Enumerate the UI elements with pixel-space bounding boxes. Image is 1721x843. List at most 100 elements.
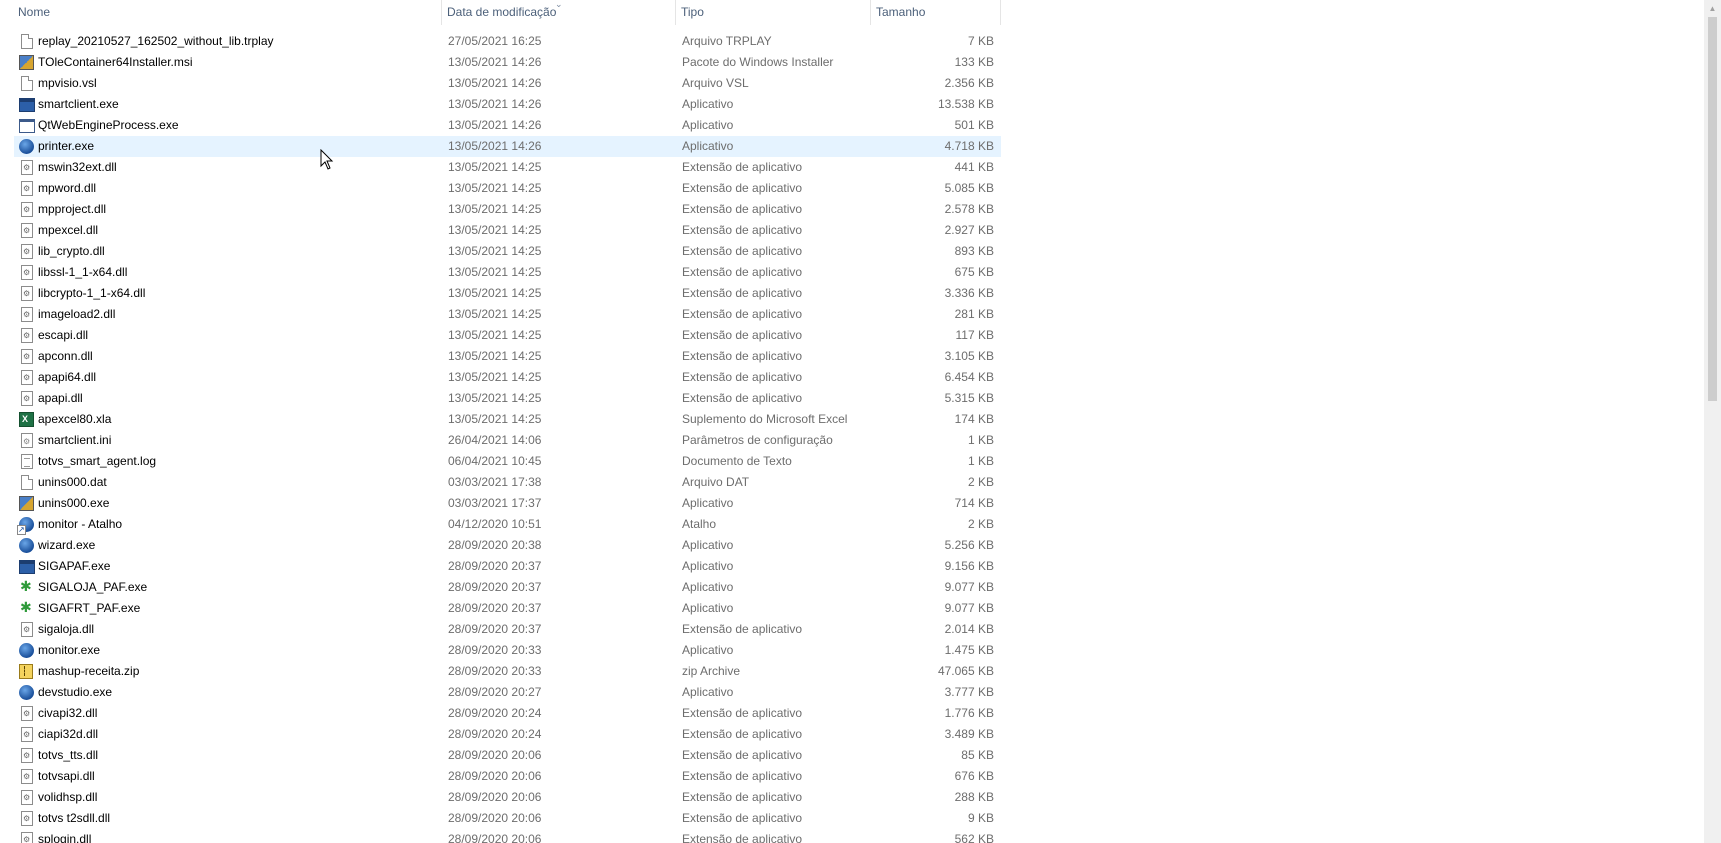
file-name[interactable]: SIGAPAF.exe <box>38 556 438 577</box>
scroll-up-arrow-icon[interactable]: ▲ <box>1704 0 1721 17</box>
file-name[interactable]: imageload2.dll <box>38 304 438 325</box>
file-type: Extensão de aplicativo <box>682 727 803 741</box>
file-name[interactable]: smartclient.ini <box>38 430 438 451</box>
file-name[interactable]: devstudio.exe <box>38 682 438 703</box>
file-row[interactable]: QtWebEngineProcess.exe 13/05/2021 14:26 Ap… <box>0 115 1004 136</box>
file-date-modified: 03/03/2021 17:38 <box>448 475 542 489</box>
file-row[interactable]: mpproject.dll 13/05/2021 14:25 Extensão de… <box>0 199 1004 220</box>
file-name[interactable]: SIGALOJA_PAF.exe <box>38 577 438 598</box>
file-name[interactable]: libcrypto-1_1-x64.dll <box>38 283 438 304</box>
column-header-size[interactable]: Tamanho <box>871 0 1001 25</box>
file-row[interactable]: unins000.dat 03/03/2021 17:38 Arquivo DAT 2… <box>0 472 1004 493</box>
dll-file-icon <box>21 832 33 843</box>
file-name[interactable]: totvs_tts.dll <box>38 745 438 766</box>
file-name[interactable]: unins000.dat <box>38 472 438 493</box>
column-header-type[interactable]: Tipo <box>676 0 871 25</box>
file-row[interactable]: imageload2.dll 13/05/2021 14:25 Extensão d… <box>0 304 1004 325</box>
file-row[interactable]: totvs_smart_agent.log 06/04/2021 10:45 Doc… <box>0 451 1004 472</box>
file-name[interactable]: QtWebEngineProcess.exe <box>38 115 438 136</box>
file-name[interactable]: smartclient.exe <box>38 94 438 115</box>
file-type: Extensão de aplicativo <box>682 811 803 825</box>
file-row[interactable]: unins000.exe 03/03/2021 17:37 Aplicativo 71… <box>0 493 1004 514</box>
file-row[interactable]: mashup-receita.zip 28/09/2020 20:33 zip Ar… <box>0 661 1004 682</box>
file-name[interactable]: lib_crypto.dll <box>38 241 438 262</box>
file-date-modified: 03/03/2021 17:37 <box>448 496 542 510</box>
file-row[interactable]: SIGALOJA_PAF.exe 28/09/2020 20:37 Aplicati… <box>0 577 1004 598</box>
file-name[interactable]: wizard.exe <box>38 535 438 556</box>
file-row[interactable]: splogin.dll 28/09/2020 20:06 Extensão de a… <box>0 829 1004 843</box>
file-row[interactable]: mpexcel.dll 13/05/2021 14:25 Extensão de a… <box>0 220 1004 241</box>
file-name[interactable]: monitor.exe <box>38 640 438 661</box>
file-name[interactable]: mpexcel.dll <box>38 220 438 241</box>
dll-file-icon <box>21 811 33 826</box>
file-row[interactable]: apexcel80.xla 13/05/2021 14:25 Suplemento … <box>0 409 1004 430</box>
file-row[interactable]: civapi32.dll 28/09/2020 20:24 Extensão de … <box>0 703 1004 724</box>
file-name[interactable]: mpword.dll <box>38 178 438 199</box>
file-type: Extensão de aplicativo <box>682 622 803 636</box>
file-row[interactable]: escapi.dll 13/05/2021 14:25 Extensão de ap… <box>0 325 1004 346</box>
column-header-name[interactable]: Nome <box>13 0 442 25</box>
file-name[interactable]: civapi32.dll <box>38 703 438 724</box>
dll-file-icon <box>21 223 33 238</box>
file-name[interactable]: apapi.dll <box>38 388 438 409</box>
file-row[interactable]: replay_20210527_162502_without_lib.trpla… <box>0 31 1004 52</box>
file-name[interactable]: libssl-1_1-x64.dll <box>38 262 438 283</box>
file-name[interactable]: monitor - Atalho <box>38 514 438 535</box>
file-rows: replay_20210527_162502_without_lib.trpla… <box>0 31 1004 843</box>
file-name[interactable]: printer.exe <box>38 136 438 157</box>
file-name[interactable]: splogin.dll <box>38 829 438 843</box>
file-name[interactable]: apapi64.dll <box>38 367 438 388</box>
file-name[interactable]: totvs t2sdll.dll <box>38 808 438 829</box>
file-name[interactable]: apexcel80.xla <box>38 409 438 430</box>
file-row[interactable]: SIGAFRT_PAF.exe 28/09/2020 20:37 Aplicativ… <box>0 598 1004 619</box>
file-date-modified: 13/05/2021 14:25 <box>448 181 542 195</box>
file-row[interactable]: mswin32ext.dll 13/05/2021 14:25 Extensão d… <box>0 157 1004 178</box>
file-row[interactable]: SIGAPAF.exe 28/09/2020 20:37 Aplicativo 9.1… <box>0 556 1004 577</box>
file-date-modified: 04/12/2020 10:51 <box>448 517 542 531</box>
file-name[interactable]: totvsapi.dll <box>38 766 438 787</box>
file-name[interactable]: SIGAFRT_PAF.exe <box>38 598 438 619</box>
file-name[interactable]: mswin32ext.dll <box>38 157 438 178</box>
file-name[interactable]: TOleContainer64Installer.msi <box>38 52 438 73</box>
file-name[interactable]: unins000.exe <box>38 493 438 514</box>
file-row[interactable]: monitor.exe 28/09/2020 20:33 Aplicativo 1.4… <box>0 640 1004 661</box>
file-row[interactable]: apapi64.dll 13/05/2021 14:25 Extensão de a… <box>0 367 1004 388</box>
scrollbar-thumb[interactable] <box>1708 17 1717 401</box>
file-row[interactable]: totvs_tts.dll 28/09/2020 20:06 Extensão de… <box>0 745 1004 766</box>
file-row[interactable]: smartclient.ini 26/04/2021 14:06 Parâmetro… <box>0 430 1004 451</box>
file-row[interactable]: monitor - Atalho 04/12/2020 10:51 Atalho 2 … <box>0 514 1004 535</box>
file-list-view[interactable]: Nome Data de modificação ⌄ Tipo Tamanho … <box>0 0 1704 843</box>
file-row[interactable]: libssl-1_1-x64.dll 13/05/2021 14:25 Extens… <box>0 262 1004 283</box>
file-name[interactable]: apconn.dll <box>38 346 438 367</box>
file-row[interactable]: mpvisio.vsl 13/05/2021 14:26 Arquivo VSL 2.… <box>0 73 1004 94</box>
txt-file-icon <box>21 454 33 469</box>
file-row[interactable]: apapi.dll 13/05/2021 14:25 Extensão de apl… <box>0 388 1004 409</box>
file-name[interactable]: totvs_smart_agent.log <box>38 451 438 472</box>
file-row[interactable]: ciapi32d.dll 28/09/2020 20:24 Extensão de … <box>0 724 1004 745</box>
file-name[interactable]: mpproject.dll <box>38 199 438 220</box>
file-row[interactable]: mpword.dll 13/05/2021 14:25 Extensão de ap… <box>0 178 1004 199</box>
file-name[interactable]: mashup-receita.zip <box>38 661 438 682</box>
file-row[interactable]: smartclient.exe 13/05/2021 14:26 Aplicativ… <box>0 94 1004 115</box>
file-row[interactable]: lib_crypto.dll 13/05/2021 14:25 Extensão d… <box>0 241 1004 262</box>
file-name[interactable]: ciapi32d.dll <box>38 724 438 745</box>
file-row[interactable]: volidhsp.dll 28/09/2020 20:06 Extensão de … <box>0 787 1004 808</box>
file-name[interactable]: mpvisio.vsl <box>38 73 438 94</box>
file-row[interactable]: wizard.exe 28/09/2020 20:38 Aplicativo 5.25… <box>0 535 1004 556</box>
file-row[interactable]: devstudio.exe 28/09/2020 20:27 Aplicativo 3… <box>0 682 1004 703</box>
file-row[interactable]: totvsapi.dll 28/09/2020 20:06 Extensão de … <box>0 766 1004 787</box>
file-row[interactable]: libcrypto-1_1-x64.dll 13/05/2021 14:25 Ext… <box>0 283 1004 304</box>
file-row[interactable]: apconn.dll 13/05/2021 14:25 Extensão de ap… <box>0 346 1004 367</box>
file-row[interactable]: totvs t2sdll.dll 28/09/2020 20:06 Extensão… <box>0 808 1004 829</box>
file-name[interactable]: escapi.dll <box>38 325 438 346</box>
vertical-scrollbar[interactable]: ▲ <box>1704 0 1721 843</box>
file-name[interactable]: replay_20210527_162502_without_lib.trpla… <box>38 31 438 52</box>
file-size: 281 KB <box>954 307 994 321</box>
file-row[interactable]: printer.exe 13/05/2021 14:26 Aplicativo 4.7… <box>0 136 1004 157</box>
file-name[interactable]: sigaloja.dll <box>38 619 438 640</box>
file-row[interactable]: sigaloja.dll 28/09/2020 20:37 Extensão de … <box>0 619 1004 640</box>
file-date-modified: 28/09/2020 20:37 <box>448 580 542 594</box>
file-size: 7 KB <box>967 34 994 48</box>
file-row[interactable]: TOleContainer64Installer.msi 13/05/2021 1… <box>0 52 1004 73</box>
file-name[interactable]: volidhsp.dll <box>38 787 438 808</box>
